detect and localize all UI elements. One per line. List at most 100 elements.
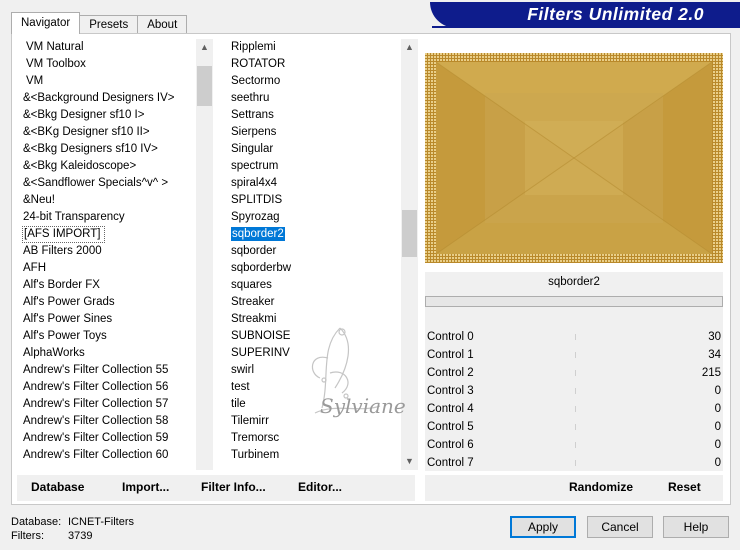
filter-item[interactable]: Ripplemi [225, 39, 416, 56]
control-slider[interactable]: Control 6 0 [425, 436, 723, 454]
control-value: 215 [701, 367, 721, 379]
cancel-button[interactable]: Cancel [587, 516, 653, 538]
category-scrollbar[interactable]: ▲ [196, 39, 213, 470]
control-value: 34 [708, 349, 721, 361]
control-label: Control 2 [427, 367, 474, 379]
control-label: Control 6 [427, 439, 474, 451]
control-slider[interactable]: Control 2 215 [425, 364, 723, 382]
category-item[interactable]: Andrew's Filter Collection 56 [17, 379, 214, 396]
control-label: Control 7 [427, 457, 474, 469]
category-item[interactable]: &<Bkg Designers sf10 IV> [17, 141, 214, 158]
control-value: 0 [714, 439, 721, 451]
editor-button[interactable]: Editor... [298, 480, 342, 494]
scroll-down-icon[interactable] [196, 453, 213, 470]
filter-item[interactable]: Tremorsc [225, 430, 416, 447]
category-item[interactable]: VM [17, 73, 214, 90]
category-item[interactable]: Andrew's Filter Collection 55 [17, 362, 214, 379]
randomize-button[interactable]: Randomize [569, 480, 633, 494]
import-button[interactable]: Import... [122, 480, 169, 494]
tab-about[interactable]: About [137, 15, 188, 34]
category-item[interactable]: Alf's Border FX [17, 277, 214, 294]
filter-item[interactable]: sqborder2 [225, 226, 416, 243]
filter-item[interactable]: sqborderbw [225, 260, 416, 277]
filter-item[interactable]: Turbinem [225, 447, 416, 464]
filter-item[interactable]: spiral4x4 [225, 175, 416, 192]
control-slider[interactable]: Control 4 0 [425, 400, 723, 418]
category-item[interactable]: Alf's Power Grads [17, 294, 214, 311]
control-slider[interactable]: Control 7 0 [425, 454, 723, 472]
reset-button[interactable]: Reset [668, 480, 701, 494]
tab-presets[interactable]: Presets [79, 15, 139, 34]
control-slider[interactable]: Control 0 30 [425, 328, 723, 346]
navigator-toolbar: Database Import... Filter Info... Editor… [17, 475, 415, 501]
category-item[interactable]: Alf's Power Sines [17, 311, 214, 328]
category-item[interactable]: Andrew's Filter Collection 59 [17, 430, 214, 447]
controls-panel: sqborder2 Control 0 30 Control 1 34 Control … [425, 272, 723, 471]
category-item[interactable]: [AFS IMPORT] [17, 226, 214, 243]
title-banner: Filters Unlimited 2.0 [430, 2, 740, 28]
apply-button[interactable]: Apply [510, 516, 576, 538]
control-label: Control 1 [427, 349, 474, 361]
category-item[interactable]: VM Natural [17, 39, 214, 56]
filter-item[interactable]: spectrum [225, 158, 416, 175]
category-item[interactable]: AB Filters 2000 [17, 243, 214, 260]
control-value: 0 [714, 403, 721, 415]
category-item[interactable]: Andrew's Filter Collection 58 [17, 413, 214, 430]
database-value: ICNET-Filters [68, 516, 134, 528]
selected-filter[interactable]: sqborder2 [231, 227, 285, 241]
category-item[interactable]: &<Bkg Kaleidoscope> [17, 158, 214, 175]
help-button[interactable]: Help [663, 516, 729, 538]
filter-item[interactable]: Streaker [225, 294, 416, 311]
category-item[interactable]: &<Background Designers IV> [17, 90, 214, 107]
category-item[interactable]: Alf's Power Toys [17, 328, 214, 345]
filter-item[interactable]: squares [225, 277, 416, 294]
filter-item[interactable]: Spyrozag [225, 209, 416, 226]
filter-item[interactable]: Sierpens [225, 124, 416, 141]
category-item[interactable]: AlphaWorks [17, 345, 214, 362]
filter-name: sqborder2 [548, 276, 600, 288]
filter-item[interactable]: Settrans [225, 107, 416, 124]
category-item[interactable]: &<Sandflower Specials^v^ > [17, 175, 214, 192]
scroll-up-icon[interactable]: ▲ [401, 39, 418, 56]
control-slider[interactable]: Control 3 0 [425, 382, 723, 400]
filters-count: 3739 [68, 530, 93, 542]
slider-tick [575, 388, 576, 394]
banner-underline [432, 26, 740, 28]
category-list[interactable]: VM Natural VM Toolbox VM &<Background Desig… [17, 39, 214, 470]
watermark-text: Sylviane [320, 394, 406, 418]
filter-item[interactable]: sqborder [225, 243, 416, 260]
control-slider[interactable]: Control 1 34 [425, 346, 723, 364]
control-slider[interactable]: Control 5 0 [425, 418, 723, 436]
control-label: Control 0 [427, 331, 474, 343]
scroll-thumb[interactable] [197, 66, 212, 106]
control-label: Control 5 [427, 421, 474, 433]
filter-item[interactable]: seethru [225, 90, 416, 107]
slider-tick [575, 406, 576, 412]
app-title: Filters Unlimited 2.0 [527, 4, 704, 24]
category-item[interactable]: &<Bkg Designer sf10 I> [17, 107, 214, 124]
scroll-down-icon[interactable]: ▼ [401, 453, 418, 470]
slider-tick [575, 352, 576, 358]
slider-tick [575, 424, 576, 430]
scroll-up-icon[interactable]: ▲ [196, 39, 213, 56]
controls-toolbar: Randomize Reset [425, 475, 723, 501]
filter-item[interactable]: SPLITDIS [225, 192, 416, 209]
filter-item[interactable]: Sectormo [225, 73, 416, 90]
category-item[interactable]: Andrew's Filter Collection 60 [17, 447, 214, 464]
category-item[interactable]: VM Toolbox [17, 56, 214, 73]
scroll-thumb[interactable] [402, 210, 417, 257]
tab-bar: Navigator Presets About [11, 12, 188, 34]
filter-info-button[interactable]: Filter Info... [201, 480, 266, 494]
category-item[interactable]: AFH [17, 260, 214, 277]
filter-item[interactable]: Singular [225, 141, 416, 158]
category-item[interactable]: &<BKg Designer sf10 II> [17, 124, 214, 141]
preview-image [425, 53, 723, 263]
filter-item[interactable]: ROTATOR [225, 56, 416, 73]
category-item[interactable]: Andrew's Filter Collection 57 [17, 396, 214, 413]
selected-category[interactable]: [AFS IMPORT] [22, 226, 106, 243]
category-item[interactable]: 24-bit Transparency [17, 209, 214, 226]
slider-tick [575, 460, 576, 466]
tab-navigator[interactable]: Navigator [11, 12, 81, 34]
category-item[interactable]: &Neu! [17, 192, 214, 209]
database-button[interactable]: Database [31, 480, 84, 494]
